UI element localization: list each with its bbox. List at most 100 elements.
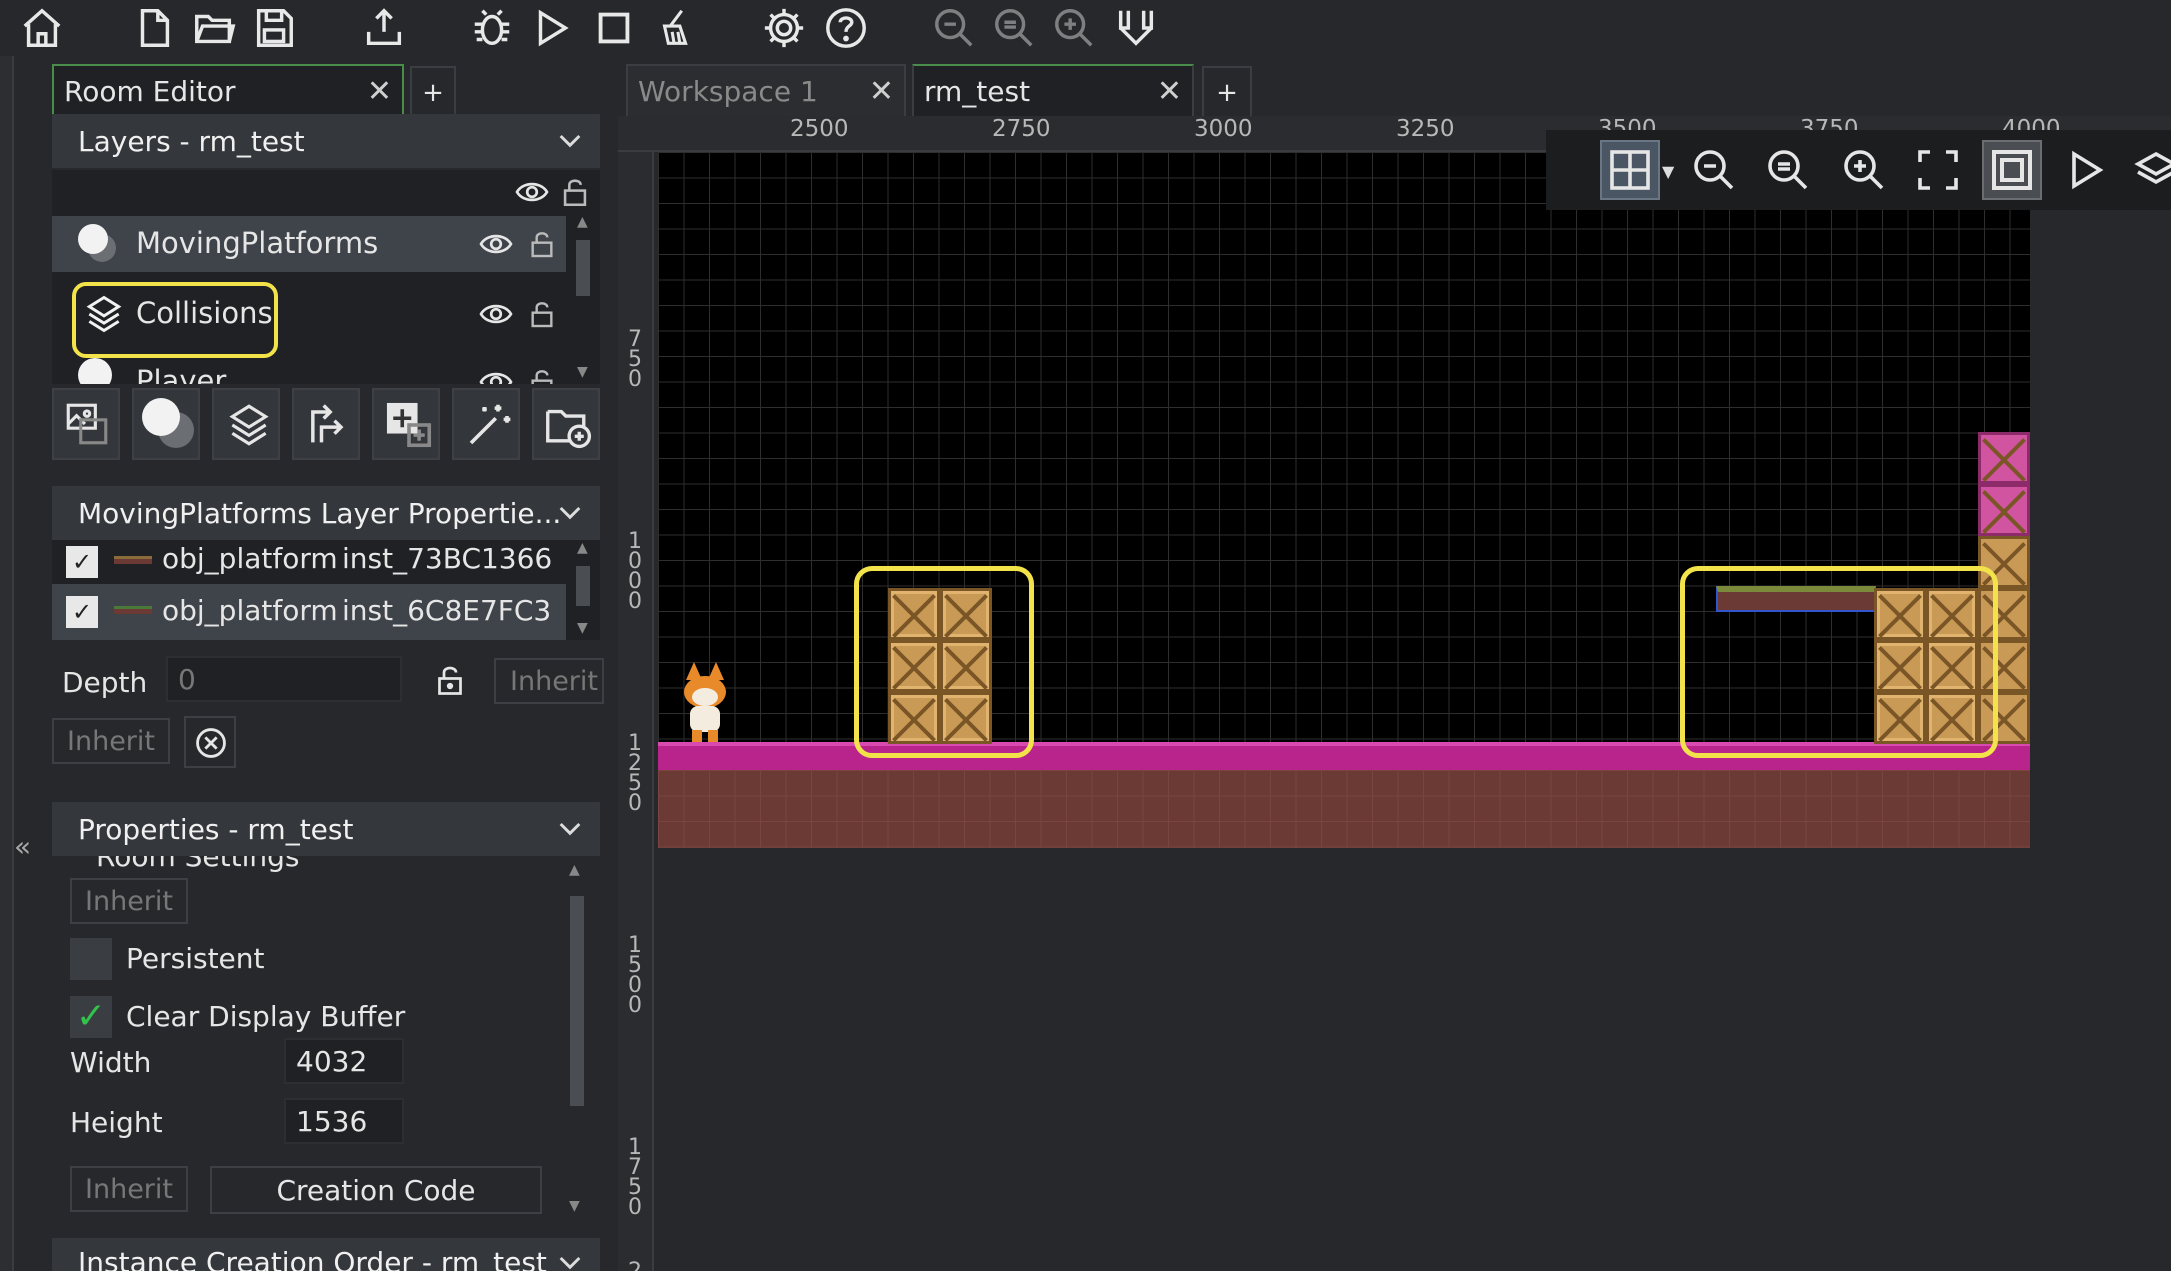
collapse-panel-icon[interactable]: «: [14, 830, 42, 870]
zoom-out-icon: [1694, 150, 1734, 190]
player-sprite[interactable]: [678, 662, 734, 744]
layer-row-player[interactable]: Player: [52, 354, 566, 384]
play-animation-button[interactable]: [2056, 140, 2116, 200]
creation-code-button[interactable]: Creation Code: [210, 1166, 542, 1214]
inherit-layer-button[interactable]: Inherit: [52, 718, 170, 764]
close-icon[interactable]: ✕: [1157, 74, 1182, 109]
ruler-label: 1750: [628, 1135, 642, 1220]
layer-overlay-button[interactable]: [2126, 140, 2171, 200]
zoom-in-icon[interactable]: [1046, 0, 1102, 56]
instance-layer-icon: [76, 222, 116, 262]
eye-icon[interactable]: [476, 296, 516, 332]
room-properties-scrollbar[interactable]: ▲ ▼: [564, 856, 588, 1218]
layout-icon[interactable]: [1108, 0, 1164, 56]
zoom-in-button[interactable]: [1834, 140, 1894, 200]
instance-row-selected[interactable]: ✓ obj_platform inst_6C8E7FC3: [52, 584, 566, 640]
layer-properties-header[interactable]: MovingPlatforms Layer Propertie...: [52, 486, 600, 540]
persistent-label: Persistent: [126, 942, 265, 975]
settings-icon[interactable]: [756, 0, 812, 56]
layers-visibility-header: [52, 170, 600, 214]
checkbox[interactable]: ✓: [66, 546, 98, 578]
add-background-layer-button[interactable]: [52, 388, 120, 460]
close-icon[interactable]: ✕: [367, 74, 392, 109]
layer-name: MovingPlatforms: [136, 226, 379, 260]
lock-icon[interactable]: [526, 294, 558, 334]
save-icon[interactable]: [246, 0, 302, 56]
eye-icon[interactable]: [476, 364, 516, 384]
add-path-layer-button[interactable]: [292, 388, 360, 460]
add-tab-button[interactable]: +: [410, 66, 456, 118]
chevron-down-icon[interactable]: [554, 124, 586, 156]
layers-panel-header[interactable]: Layers - rm_test: [52, 114, 600, 168]
lock-icon[interactable]: [432, 658, 468, 702]
tab-room-editor[interactable]: Room Editor ✕: [52, 64, 404, 116]
zoom-reset-icon[interactable]: [986, 0, 1042, 56]
depth-field[interactable]: 0: [166, 656, 402, 702]
chevron-down-icon[interactable]: [554, 812, 586, 844]
instance-scrollbar[interactable]: ▲ ▼: [572, 540, 596, 640]
add-asset-layer-button[interactable]: [372, 388, 440, 460]
lock-icon[interactable]: [558, 172, 592, 212]
instance-list: ✓ obj_platform inst_73BC1366 ✓ obj_platf…: [52, 540, 600, 640]
clear-button[interactable]: [184, 716, 236, 768]
instance-row[interactable]: ✓ obj_platform inst_73BC1366: [52, 540, 566, 584]
zoom-out-button[interactable]: [1684, 140, 1744, 200]
ruler-label: 3000: [1194, 116, 1253, 142]
chevron-down-icon[interactable]: [554, 1246, 586, 1271]
creation-order-title: Instance Creation Order - rm_test: [78, 1246, 547, 1271]
layer-row-collisions[interactable]: Collisions: [52, 282, 566, 358]
add-folder-button[interactable]: [532, 388, 600, 460]
width-field[interactable]: 4032: [284, 1038, 404, 1084]
frame-toggle-button[interactable]: [1982, 140, 2042, 200]
lock-icon[interactable]: [526, 362, 558, 384]
ruler-label: 1000: [628, 529, 642, 614]
inherit-room-button[interactable]: Inherit: [70, 878, 188, 924]
run-icon[interactable]: [524, 0, 580, 56]
magic-wand-icon: [469, 404, 511, 445]
help-icon[interactable]: [818, 0, 874, 56]
new-file-icon[interactable]: [126, 0, 182, 56]
fit-view-button[interactable]: [1908, 140, 1968, 200]
tab-workspace-1[interactable]: Workspace 1 ✕: [626, 64, 906, 116]
add-document-tab-button[interactable]: +: [1202, 66, 1252, 118]
instance-object: obj_platform: [162, 542, 338, 575]
room-view[interactable]: 2500 2750 3000 3250 3500 3750 4000 750 1…: [618, 116, 2171, 1271]
eye-icon[interactable]: [512, 174, 552, 210]
chevron-down-icon[interactable]: [554, 496, 586, 528]
layer-row-movingplatforms[interactable]: MovingPlatforms: [52, 216, 566, 272]
grid-toggle-button[interactable]: [1600, 140, 1660, 200]
add-instance-layer-button[interactable]: [132, 388, 200, 460]
add-tile-layer-button[interactable]: [212, 388, 280, 460]
chevron-down-icon[interactable]: ▼: [1662, 162, 1674, 181]
room-settings-heading[interactable]: Room Settings: [96, 856, 299, 873]
inherit-depth-button[interactable]: Inherit: [494, 658, 604, 704]
zoom-reset-button[interactable]: [1758, 140, 1818, 200]
open-folder-icon[interactable]: [186, 0, 242, 56]
room-canvas[interactable]: [658, 152, 2030, 848]
creation-code-label: Creation Code: [276, 1173, 476, 1207]
ruler-label: 2500: [790, 116, 849, 142]
stop-icon[interactable]: [586, 0, 642, 56]
inherit-code-button[interactable]: Inherit: [70, 1166, 188, 1212]
room-properties-header[interactable]: Properties - rm_test: [52, 802, 600, 856]
checkbox[interactable]: ✓: [66, 596, 98, 628]
clean-icon[interactable]: [648, 0, 704, 56]
close-icon[interactable]: ✕: [869, 74, 894, 109]
creation-order-header[interactable]: Instance Creation Order - rm_test: [52, 1238, 600, 1271]
persistent-checkbox[interactable]: [70, 938, 112, 980]
debug-icon[interactable]: [464, 0, 520, 56]
lock-icon[interactable]: [526, 224, 558, 264]
layers-scrollbar[interactable]: ▲ ▼: [572, 214, 596, 384]
tab-label: Workspace 1: [638, 74, 818, 108]
clear-display-checkbox[interactable]: ✓: [70, 996, 112, 1038]
depth-value: 0: [178, 662, 196, 696]
eye-icon[interactable]: [476, 226, 516, 262]
add-effect-layer-button[interactable]: [452, 388, 520, 460]
height-field[interactable]: 1536: [284, 1098, 404, 1144]
width-value: 4032: [296, 1044, 368, 1078]
export-icon[interactable]: [356, 0, 412, 56]
tab-rm-test[interactable]: rm_test ✕: [912, 64, 1194, 116]
zoom-out-icon[interactable]: [926, 0, 982, 56]
zoom-in-icon: [1844, 150, 1884, 190]
home-icon[interactable]: [14, 0, 70, 56]
